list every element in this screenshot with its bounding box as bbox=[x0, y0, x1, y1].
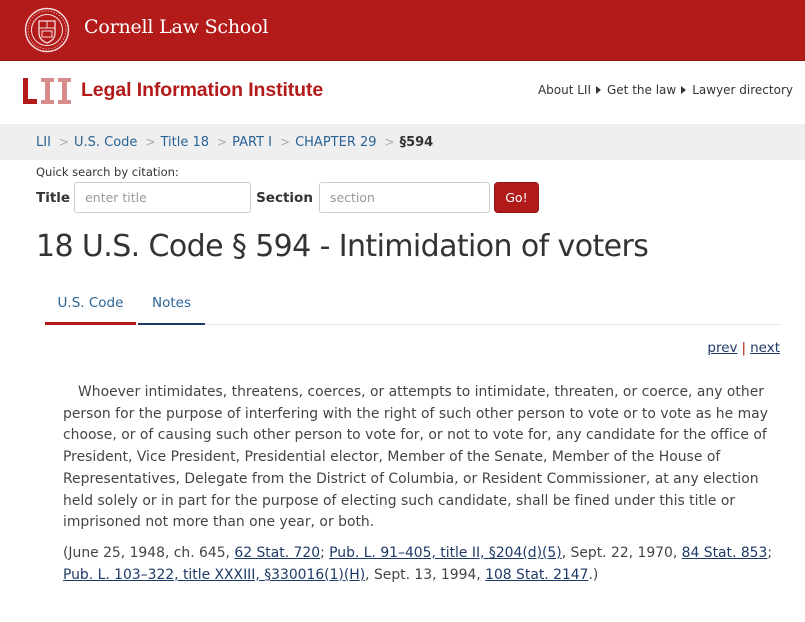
source-credit: (June 25, 1948, ch. 645, 62 Stat. 720; P… bbox=[63, 543, 785, 586]
source-text: .) bbox=[588, 566, 599, 583]
prev-link[interactable]: prev bbox=[707, 340, 737, 356]
lii-logo-mark-icon bbox=[23, 78, 71, 104]
source-text: ; bbox=[767, 545, 773, 561]
nav-lawyer-directory-label: Lawyer directory bbox=[692, 83, 793, 97]
breadcrumb-lii[interactable]: LII bbox=[36, 135, 51, 150]
top-nav: About LII Get the law Lawyer directory bbox=[532, 83, 793, 97]
source-text: ; bbox=[320, 545, 330, 561]
breadcrumb-separator: > bbox=[217, 135, 228, 149]
nav-about-lii[interactable]: About LII bbox=[538, 83, 601, 97]
stat-link[interactable]: 108 Stat. 2147 bbox=[485, 567, 588, 583]
pager-separator: | bbox=[741, 340, 747, 356]
source-text: , Sept. 13, 1994, bbox=[365, 566, 486, 583]
breadcrumb-us-code[interactable]: U.S. Code bbox=[74, 135, 137, 150]
title-input[interactable] bbox=[74, 182, 252, 213]
tab-notes[interactable]: Notes bbox=[138, 288, 205, 325]
source-text: (June 25, 1948, ch. 645, bbox=[63, 545, 235, 561]
quick-search-label: Quick search by citation: bbox=[36, 165, 179, 179]
caret-right-icon bbox=[596, 86, 601, 94]
lii-logo[interactable] bbox=[23, 76, 73, 106]
cornell-law-school-link[interactable]: Cornell Law School bbox=[84, 16, 268, 38]
breadcrumb-chapter-29[interactable]: CHAPTER 29 bbox=[295, 135, 376, 150]
tab-us-code[interactable]: U.S. Code bbox=[45, 288, 136, 325]
nav-get-the-law-label: Get the law bbox=[607, 83, 677, 97]
section-input[interactable] bbox=[318, 182, 490, 213]
tab-notes-label: Notes bbox=[152, 295, 191, 311]
breadcrumb-separator: > bbox=[280, 135, 291, 149]
breadcrumb-current: §594 bbox=[399, 134, 434, 150]
breadcrumb: LII > U.S. Code > Title 18 > PART I > CH… bbox=[0, 124, 805, 160]
pub-law-link[interactable]: Pub. L. 103–322, title XXXIII, §330016(1… bbox=[63, 567, 365, 583]
breadcrumb-separator: > bbox=[58, 135, 69, 149]
caret-right-icon bbox=[681, 86, 687, 94]
nav-get-the-law[interactable]: Get the law bbox=[607, 83, 687, 97]
nav-lawyer-directory[interactable]: Lawyer directory bbox=[692, 83, 793, 97]
tab-us-code-label: U.S. Code bbox=[57, 295, 124, 311]
breadcrumb-part-i[interactable]: PART I bbox=[232, 135, 272, 150]
nav-about-lii-label: About LII bbox=[537, 83, 591, 97]
stat-link[interactable]: 84 Stat. 853 bbox=[682, 545, 768, 561]
title-label: Title bbox=[36, 189, 71, 206]
cornell-header-bar: Cornell Law School bbox=[0, 0, 805, 60]
pub-law-link[interactable]: Pub. L. 91–405, title II, §204(d)(5) bbox=[329, 545, 562, 561]
source-text: , Sept. 22, 1970, bbox=[561, 545, 682, 561]
breadcrumb-title-18[interactable]: Title 18 bbox=[161, 135, 210, 150]
section-label: Section bbox=[256, 189, 313, 206]
pager: prev | next bbox=[707, 340, 780, 356]
next-link[interactable]: next bbox=[750, 340, 780, 356]
breadcrumb-separator: > bbox=[145, 135, 156, 149]
stat-link[interactable]: 62 Stat. 720 bbox=[234, 545, 320, 561]
lii-title[interactable]: Legal Information Institute bbox=[81, 79, 323, 102]
cornell-seal-icon[interactable] bbox=[24, 7, 70, 53]
lii-header: Legal Information Institute About LII Ge… bbox=[0, 60, 805, 124]
page-title: 18 U.S. Code § 594 - Intimidation of vot… bbox=[36, 229, 649, 264]
statute-text: Whoever intimidates, threatens, coerces,… bbox=[63, 384, 768, 531]
breadcrumb-separator: > bbox=[384, 135, 395, 149]
quick-search-form: Title Section Go! bbox=[36, 182, 539, 213]
go-button[interactable]: Go! bbox=[493, 182, 539, 213]
tab-bar: U.S. Code Notes bbox=[45, 288, 780, 325]
